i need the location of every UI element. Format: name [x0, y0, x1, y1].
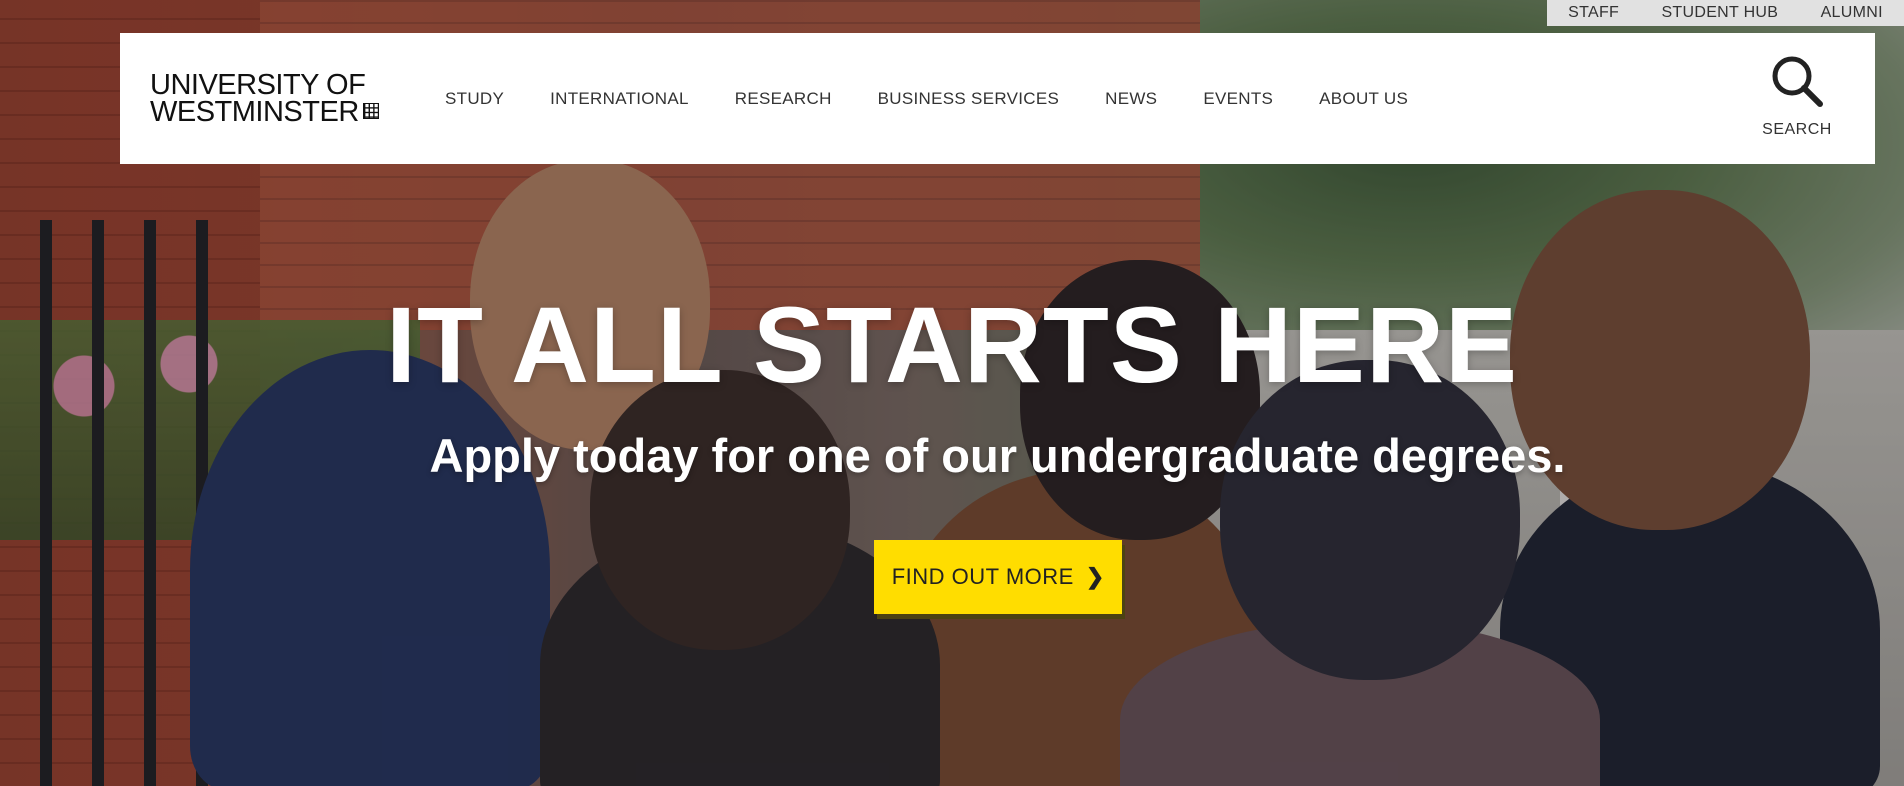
nav-item-about-us[interactable]: ABOUT US	[1319, 89, 1408, 109]
nav-item-study[interactable]: STUDY	[445, 89, 504, 109]
search-icon	[1772, 56, 1823, 107]
search-label: SEARCH	[1762, 121, 1832, 138]
hero-banner: STAFF STUDENT HUB ALUMNI UNIVERSITY OF W…	[0, 0, 1904, 786]
chevron-right-icon: ❯	[1085, 564, 1105, 589]
nav-item-business-services[interactable]: BUSINESS SERVICES	[878, 89, 1059, 109]
utility-nav: STAFF STUDENT HUB ALUMNI	[1547, 0, 1904, 26]
nav-item-events[interactable]: EVENTS	[1203, 89, 1273, 109]
nav-item-international[interactable]: INTERNATIONAL	[550, 89, 689, 109]
search-button[interactable]: SEARCH	[1747, 53, 1847, 139]
site-header: UNIVERSITY OF WESTMINSTER STUDY INTERNAT…	[120, 33, 1875, 164]
nav-item-research[interactable]: RESEARCH	[735, 89, 832, 109]
cta-label: FIND OUT MORE	[891, 564, 1074, 589]
utility-link-alumni[interactable]: ALUMNI	[1821, 4, 1883, 22]
utility-link-student-hub[interactable]: STUDENT HUB	[1661, 4, 1778, 22]
logo-line-2: WESTMINSTER	[150, 95, 359, 128]
university-logo[interactable]: UNIVERSITY OF WESTMINSTER	[150, 68, 390, 128]
utility-link-staff[interactable]: STAFF	[1568, 4, 1619, 22]
hero-headline: IT ALL STARTS HERE	[385, 284, 1518, 405]
logo-line-1: UNIVERSITY OF	[150, 68, 366, 101]
logo-grid-icon	[362, 102, 379, 119]
main-nav: STUDY INTERNATIONAL RESEARCH BUSINESS SE…	[445, 89, 1454, 109]
nav-item-news[interactable]: NEWS	[1105, 89, 1157, 109]
find-out-more-button[interactable]: FIND OUT MORE ❯	[874, 540, 1122, 614]
hero-subheadline: Apply today for one of our undergraduate…	[429, 429, 1566, 482]
